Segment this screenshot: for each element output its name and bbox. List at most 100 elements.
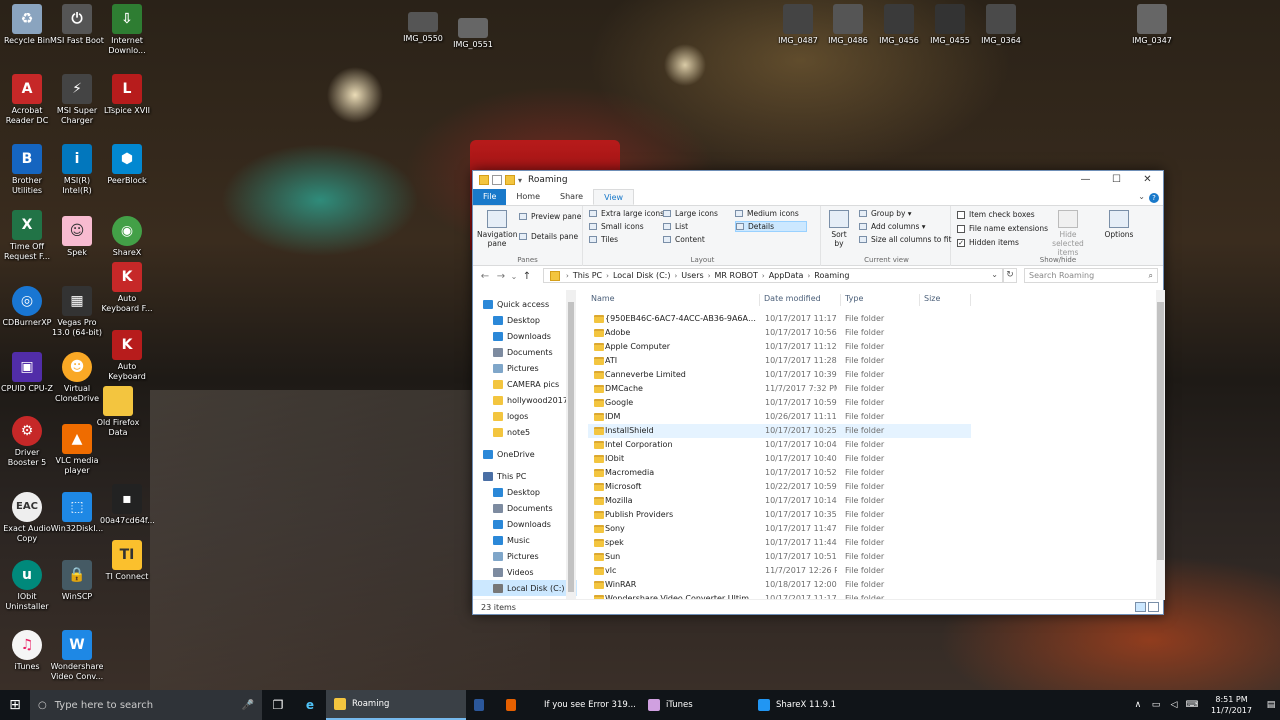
nav-item[interactable]: Documents✦ (473, 344, 577, 360)
nav-item[interactable]: Quick access (473, 296, 577, 312)
edge-icon[interactable]: e (294, 690, 326, 720)
desktop-icon-auto-keyboard-f[interactable]: K Auto Keyboard F... (100, 262, 154, 314)
desktop-icon-brother[interactable]: B Brother Utilities (0, 144, 54, 196)
desktop-icon-wondershare[interactable]: W Wondershare Video Conv... (50, 630, 104, 682)
refresh-button[interactable]: ↻ (1003, 268, 1017, 283)
breadcrumb-separator[interactable]: › (708, 272, 711, 280)
up-button[interactable]: ↑ (519, 271, 535, 282)
nav-item[interactable]: hollywood2017 (473, 392, 577, 408)
start-button[interactable]: ⊞ (0, 690, 30, 720)
desktop-icon-img-0551[interactable]: IMG_0551 (446, 18, 500, 50)
breadcrumb-mr-robot[interactable]: MR ROBOT (715, 271, 758, 280)
properties-icon[interactable] (492, 175, 502, 185)
nav-item[interactable]: This PC (473, 468, 577, 484)
table-row[interactable]: WinRAR 10/18/2017 12:00 ... File folder (588, 578, 971, 592)
desktop-icon-img-0487[interactable]: IMG_0487 (771, 4, 825, 46)
taskbar-app-button[interactable] (498, 690, 530, 720)
microphone-icon[interactable]: 🎤 (242, 700, 254, 711)
desktop-icon-vegas[interactable]: ▦ Vegas Pro 13.0 (64-bit) (50, 286, 104, 338)
table-row[interactable]: Publish Providers 10/17/2017 10:35 ... Fil… (588, 508, 971, 522)
breadcrumb-separator[interactable]: › (606, 272, 609, 280)
desktop-icon-ltspice[interactable]: L LTspice XVII (100, 74, 154, 116)
tray-overflow-chevron-icon[interactable]: ∧ (1129, 700, 1147, 710)
layout-list[interactable]: List (663, 222, 688, 231)
nav-item[interactable]: CAMERA pics (473, 376, 577, 392)
desktop-icon-time-off[interactable]: X Time Off Request F... (0, 210, 54, 262)
breadcrumb-appdata[interactable]: AppData (769, 271, 804, 280)
desktop-icon-driver-booster[interactable]: ⚙ Driver Booster 5 (0, 416, 54, 468)
desktop-icon-cdburnerxp[interactable]: ◎ CDBurnerXP (0, 286, 54, 328)
table-row[interactable]: vlc 11/7/2017 12:26 PM File folder (588, 564, 971, 578)
search-input[interactable]: Search Roaming ⌕ (1024, 268, 1158, 283)
nav-item[interactable]: Pictures✦ (473, 360, 577, 376)
keyboard-icon[interactable]: ⌨ (1183, 700, 1201, 710)
desktop-icon-img-0455[interactable]: IMG_0455 (923, 4, 977, 46)
layout-tiles[interactable]: Tiles (589, 235, 618, 244)
desktop-icon-auto-keyboard[interactable]: K Auto Keyboard (100, 330, 154, 382)
desktop-icon-vlc[interactable]: ▲ VLC media player (50, 424, 104, 476)
table-row[interactable]: Mozilla 10/17/2017 10:14 ... File folder (588, 494, 971, 508)
desktop-icon-img-0456[interactable]: IMG_0456 (872, 4, 926, 46)
nav-item[interactable]: OneDrive (473, 446, 577, 462)
volume-icon[interactable]: ◁ (1165, 700, 1183, 710)
nav-item[interactable]: Music (473, 532, 577, 548)
table-row[interactable]: Canneverbe Limited 10/17/2017 10:39 ... Fi… (588, 368, 971, 382)
details-pane-button[interactable]: Details pane (519, 232, 578, 241)
table-row[interactable]: Microsoft 10/22/2017 10:59 ... File folder (588, 480, 971, 494)
navigation-pane-button[interactable]: Navigation pane (477, 210, 517, 248)
table-row[interactable]: Google 10/17/2017 10:59 ... File folder (588, 396, 971, 410)
notifications-icon[interactable]: ▤ (1262, 700, 1280, 710)
options-button[interactable]: Options (1099, 210, 1139, 239)
column-header-name[interactable]: Name (588, 294, 760, 306)
desktop-icon-ti-connect[interactable]: TI TI Connect (100, 540, 154, 582)
task-view-button[interactable]: ❐ (262, 690, 294, 720)
table-row[interactable]: ATI 10/17/2017 11:28 ... File folder (588, 354, 971, 368)
desktop-icon-winscp[interactable]: 🔒 WinSCP (50, 560, 104, 602)
maximize-button[interactable]: ☐ (1101, 171, 1132, 189)
details-view-toggle-icon[interactable] (1135, 602, 1146, 612)
title-bar[interactable]: ▾ Roaming — ☐ ✕ (473, 171, 1163, 189)
address-bar[interactable]: › This PC › Local Disk (C:) › Users › MR… (543, 268, 1003, 283)
desktop-icon-spek[interactable]: ☺ Spek (50, 216, 104, 258)
tab-view[interactable]: View (593, 189, 635, 205)
column-header-date-modified[interactable]: Date modified (761, 294, 841, 306)
desktop-icon-msi-super-charger[interactable]: ⚡ MSI Super Charger (50, 74, 104, 126)
navigation-pane-scrollbar[interactable] (566, 290, 576, 600)
taskbar-app-button[interactable]: Roaming (326, 690, 466, 720)
taskbar-app-button[interactable]: If you see Error 319... (530, 690, 640, 720)
desktop-icon-cpuz[interactable]: ▣ CPUID CPU-Z (0, 352, 54, 394)
table-row[interactable]: Adobe 10/17/2017 10:56 ... File folder (588, 326, 971, 340)
breadcrumb-local-disk[interactable]: Local Disk (C:) (613, 271, 671, 280)
table-row[interactable]: DMCache 11/7/2017 7:32 PM File folder (588, 382, 971, 396)
breadcrumb-separator[interactable]: › (674, 272, 677, 280)
table-row[interactable]: Sony 10/17/2017 11:47 ... File folder (588, 522, 971, 536)
clock[interactable]: 8:51 PM 11/7/2017 (1201, 694, 1262, 716)
desktop-icon-itunes[interactable]: ♫ iTunes (0, 630, 54, 672)
desktop-icon-sharex[interactable]: ◉ ShareX (100, 216, 154, 258)
desktop-icon-peerblock[interactable]: ⬢ PeerBlock (100, 144, 154, 186)
network-icon[interactable]: ▭ (1147, 700, 1165, 710)
desktop-icon-msi-intel[interactable]: iMSI(R) Intel(R) Extr... (50, 144, 104, 196)
taskbar-app-button[interactable] (466, 690, 498, 720)
layout-details[interactable]: Details (735, 221, 807, 232)
address-dropdown-chevron-icon[interactable]: ⌄ (991, 270, 998, 279)
quick-access-toolbar-chevron-icon[interactable]: ▾ (518, 176, 522, 185)
help-icon[interactable]: ? (1149, 193, 1159, 203)
group-by-button[interactable]: Group by ▾ (859, 209, 912, 218)
desktop-icon-img-0550[interactable]: IMG_0550 (396, 12, 450, 44)
recent-locations-button[interactable]: ⌄ (509, 272, 519, 281)
desktop-icon-img-0364[interactable]: IMG_0364 (974, 4, 1028, 46)
nav-item[interactable]: Pictures (473, 548, 577, 564)
desktop-icon-eac[interactable]: EAC Exact Audio Copy (0, 492, 54, 544)
nav-item[interactable]: note5 (473, 424, 577, 440)
add-columns-button[interactable]: Add columns ▾ (859, 222, 926, 231)
minimize-button[interactable]: — (1070, 171, 1101, 189)
nav-item[interactable]: Local Disk (C:) (473, 580, 577, 596)
taskbar-app-button[interactable]: iTunes (640, 690, 750, 720)
table-row[interactable]: Apple Computer 10/17/2017 11:12 ... File f… (588, 340, 971, 354)
file-name-extensions-checkbox[interactable]: File name extensions (957, 224, 1048, 233)
column-header-type[interactable]: Type (842, 294, 920, 306)
nav-item[interactable]: Downloads (473, 516, 577, 532)
table-row[interactable]: {950EB46C-6AC7-4ACC-AB36-9A6A77C0... 10/1… (588, 312, 971, 326)
desktop-icon-internet-download[interactable]: ⇩ Internet Downlo... (100, 4, 154, 56)
